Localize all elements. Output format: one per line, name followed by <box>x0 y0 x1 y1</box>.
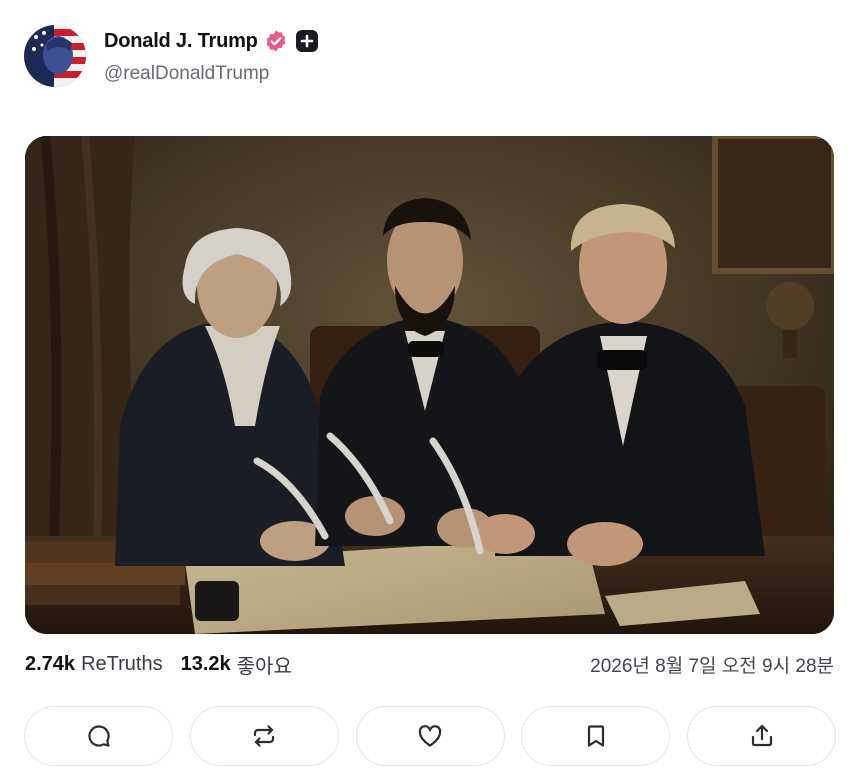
retruths-label[interactable]: ReTruths <box>81 653 163 676</box>
like-button[interactable] <box>355 706 505 766</box>
share-button[interactable] <box>687 706 836 766</box>
painting-image <box>25 136 834 634</box>
post-image[interactable] <box>25 136 834 634</box>
share-icon <box>748 722 776 750</box>
reply-button[interactable] <box>24 706 173 766</box>
author-info: Donald J. Trump @realDonaldTrump <box>104 27 318 85</box>
post-header: Donald J. Trump @realDonaldTrump <box>24 24 318 88</box>
bookmark-button[interactable] <box>521 706 671 766</box>
retruths-count[interactable]: 2.74k <box>25 653 75 676</box>
post-timestamp: 2026년 8월 7일 오전 9시 28분 <box>590 655 834 677</box>
comment-icon <box>85 722 113 750</box>
verified-badge-icon <box>264 29 288 53</box>
likes-label[interactable]: 좋아요 <box>237 650 292 679</box>
avatar-image <box>24 25 86 87</box>
retruth-button[interactable] <box>189 706 339 766</box>
heart-icon <box>416 722 444 750</box>
plus-badge-icon <box>295 30 318 52</box>
author-handle[interactable]: @realDonaldTrump <box>104 63 318 85</box>
likes-count[interactable]: 13.2k <box>181 653 231 676</box>
author-display-name[interactable]: Donald J. Trump <box>104 30 258 53</box>
action-bar <box>24 706 836 766</box>
repost-icon <box>250 722 278 750</box>
bookmark-icon <box>582 722 610 750</box>
avatar[interactable] <box>24 25 86 87</box>
post-stats: 2.74k ReTruths 13.2k 좋아요 2026년 8월 7일 오전 … <box>25 648 834 680</box>
